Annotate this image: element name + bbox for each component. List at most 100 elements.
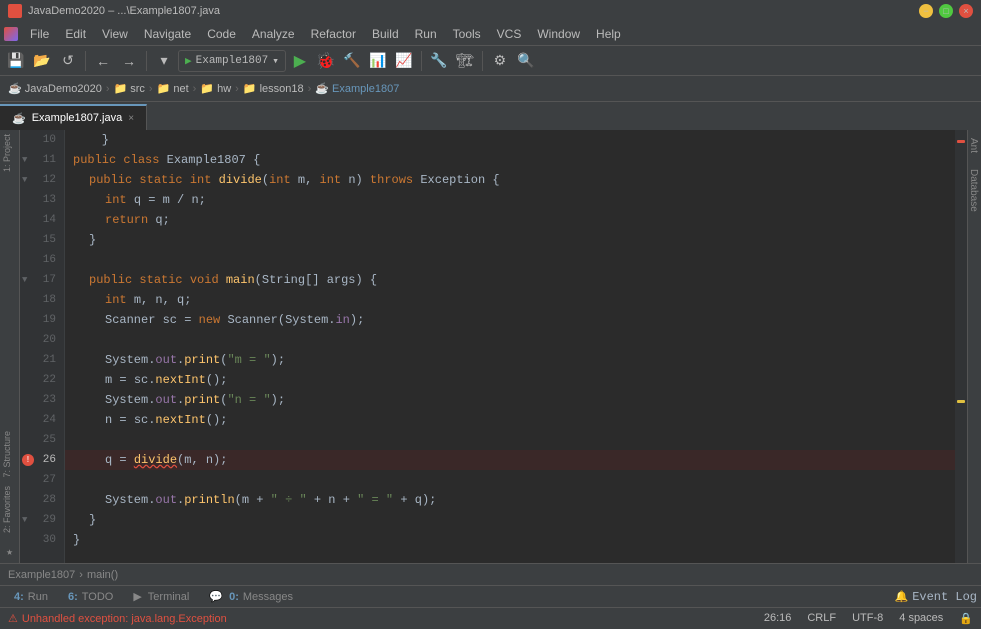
ln-27-text: 27	[43, 474, 56, 486]
fold-29[interactable]: ▼	[22, 515, 27, 525]
code-line-15: }	[65, 230, 955, 250]
status-indent[interactable]: 4 spaces	[899, 612, 943, 625]
toolbar-settings[interactable]: ⚙	[488, 49, 512, 73]
fold-17[interactable]: ▼	[22, 275, 27, 285]
editor-container: 10 ▼ 11 ▼ 12 13 14 15 16 ▼ 17 18 19 20 2…	[20, 130, 967, 563]
menu-file[interactable]: File	[22, 25, 57, 43]
method-breadcrumb-method: main()	[87, 569, 118, 581]
menu-navigate[interactable]: Navigate	[136, 25, 199, 43]
code-line-16	[65, 250, 955, 270]
menu-code[interactable]: Code	[199, 25, 244, 43]
toolbar-save[interactable]: 💾	[4, 49, 28, 73]
toolbar-run-config-btn[interactable]: ▾	[152, 49, 176, 73]
ln-17-text: 17	[43, 274, 56, 286]
code-line-21: System.out.print("m = ");	[65, 350, 955, 370]
bottom-tab-terminal[interactable]: ▶ Terminal	[123, 588, 199, 605]
code-line-27	[65, 470, 955, 490]
toolbar-build[interactable]: 🔨	[340, 49, 364, 73]
menu-refactor[interactable]: Refactor	[303, 25, 364, 43]
toolbar-forward[interactable]: →	[117, 49, 141, 73]
event-log-area: 🔔 Event Log	[894, 590, 977, 604]
error-icon: ⚠	[8, 612, 18, 625]
titlebar: JavaDemo2020 – ...\Example1807.java − □ …	[0, 0, 981, 22]
breadcrumb-src[interactable]: 📁 src	[113, 82, 144, 95]
code-line-24: n = sc.nextInt();	[65, 410, 955, 430]
tab-icon: ☕	[12, 112, 26, 125]
breadcrumb-sep-4: ›	[235, 83, 239, 95]
toolbar-open[interactable]: 📂	[30, 49, 54, 73]
scroll-error-marker	[957, 140, 965, 143]
sidebar-label-favorites[interactable]: 2: Favorites	[0, 482, 19, 537]
tabbar: ☕ Example1807.java ×	[0, 102, 981, 130]
method-breadcrumb-class: Example1807	[8, 569, 75, 581]
menu-analyze[interactable]: Analyze	[244, 25, 303, 43]
toolbar-search[interactable]: 🔍	[514, 49, 538, 73]
ln-19-text: 19	[43, 314, 56, 326]
status-encoding[interactable]: UTF-8	[852, 612, 883, 625]
line-25: 25	[20, 430, 64, 450]
run-config-icon: ▶	[185, 54, 192, 68]
code-line-12: public static int divide(int m, int n) t…	[65, 170, 955, 190]
bottom-tab-messages[interactable]: 💬 0: Messages	[199, 588, 303, 605]
breadcrumb-net[interactable]: 📁 net	[157, 82, 189, 95]
code-area[interactable]: } public class Example1807 { public stat…	[65, 130, 955, 563]
toolbar-sep-1	[85, 51, 86, 71]
line-11: ▼ 11	[20, 150, 64, 170]
toolbar-structure[interactable]: 🏗	[453, 49, 477, 73]
tab-close-btn[interactable]: ×	[128, 113, 134, 124]
menu-window[interactable]: Window	[529, 25, 588, 43]
run-configuration[interactable]: ▶ Example1807 ▾	[178, 50, 286, 72]
tab-example1807[interactable]: ☕ Example1807.java ×	[0, 104, 147, 130]
menu-tools[interactable]: Tools	[445, 25, 489, 43]
code-line-11: public class Example1807 {	[65, 150, 955, 170]
statusbar: ⚠ Unhandled exception: java.lang.Excepti…	[0, 607, 981, 629]
ln-28-text: 28	[43, 494, 56, 506]
status-error-message: Unhandled exception: java.lang.Exception	[22, 613, 227, 625]
status-line-sep[interactable]: CRLF	[807, 612, 836, 625]
menu-view[interactable]: View	[94, 25, 136, 43]
right-panel: Ant Database	[967, 130, 981, 563]
breadcrumb-lesson18[interactable]: 📁 lesson18	[243, 82, 304, 95]
line-13: 13	[20, 190, 64, 210]
toolbar-back[interactable]: ←	[91, 49, 115, 73]
ln-30-text: 30	[43, 534, 56, 546]
bottom-tab-run[interactable]: 4: Run	[4, 589, 58, 605]
menu-build[interactable]: Build	[364, 25, 407, 43]
menu-help[interactable]: Help	[588, 25, 629, 43]
breadcrumb-file[interactable]: ☕ Example1807	[315, 82, 399, 95]
menu-run[interactable]: Run	[407, 25, 445, 43]
toolbar-sdk[interactable]: 🔧	[427, 49, 451, 73]
toolbar-sync[interactable]: ↺	[56, 49, 80, 73]
menu-edit[interactable]: Edit	[57, 25, 94, 43]
breadcrumb-hw[interactable]: 📁 hw	[200, 82, 231, 95]
menu-vcs[interactable]: VCS	[489, 25, 530, 43]
right-tab-ant[interactable]: Ant	[968, 130, 981, 161]
line-10: 10	[20, 130, 64, 150]
run-config-dropdown: ▾	[272, 54, 279, 68]
status-position[interactable]: 26:16	[764, 612, 792, 625]
ln-23-text: 23	[43, 394, 56, 406]
sidebar-star-icon[interactable]: ★	[0, 541, 19, 563]
breadcrumb-project[interactable]: ☕ JavaDemo2020	[8, 82, 102, 95]
line-29: ▼ 29	[20, 510, 64, 530]
tab-filename: Example1807.java	[32, 112, 123, 124]
ln-11-text: 11	[43, 154, 56, 166]
line-23: 23	[20, 390, 64, 410]
line-28: 28	[20, 490, 64, 510]
sidebar-label-project[interactable]: 1: Project	[0, 130, 19, 176]
maximize-button[interactable]: □	[939, 4, 953, 18]
right-tab-database[interactable]: Database	[968, 161, 981, 220]
event-log-label[interactable]: Event Log	[912, 590, 977, 604]
toolbar-coverage[interactable]: 📊	[366, 49, 390, 73]
toolbar-profile[interactable]: 📈	[392, 49, 416, 73]
sidebar-label-structure[interactable]: 7: Structure	[0, 427, 19, 482]
fold-11[interactable]: ▼	[22, 155, 27, 165]
debug-button[interactable]: 🐞	[314, 49, 338, 73]
run-button[interactable]: ▶	[288, 49, 312, 73]
fold-12[interactable]: ▼	[22, 175, 27, 185]
code-line-30: }	[65, 530, 955, 550]
minimize-button[interactable]: −	[919, 4, 933, 18]
bottom-tab-todo[interactable]: 6: TODO	[58, 589, 123, 605]
close-button[interactable]: ×	[959, 4, 973, 18]
code-line-22: m = sc.nextInt();	[65, 370, 955, 390]
